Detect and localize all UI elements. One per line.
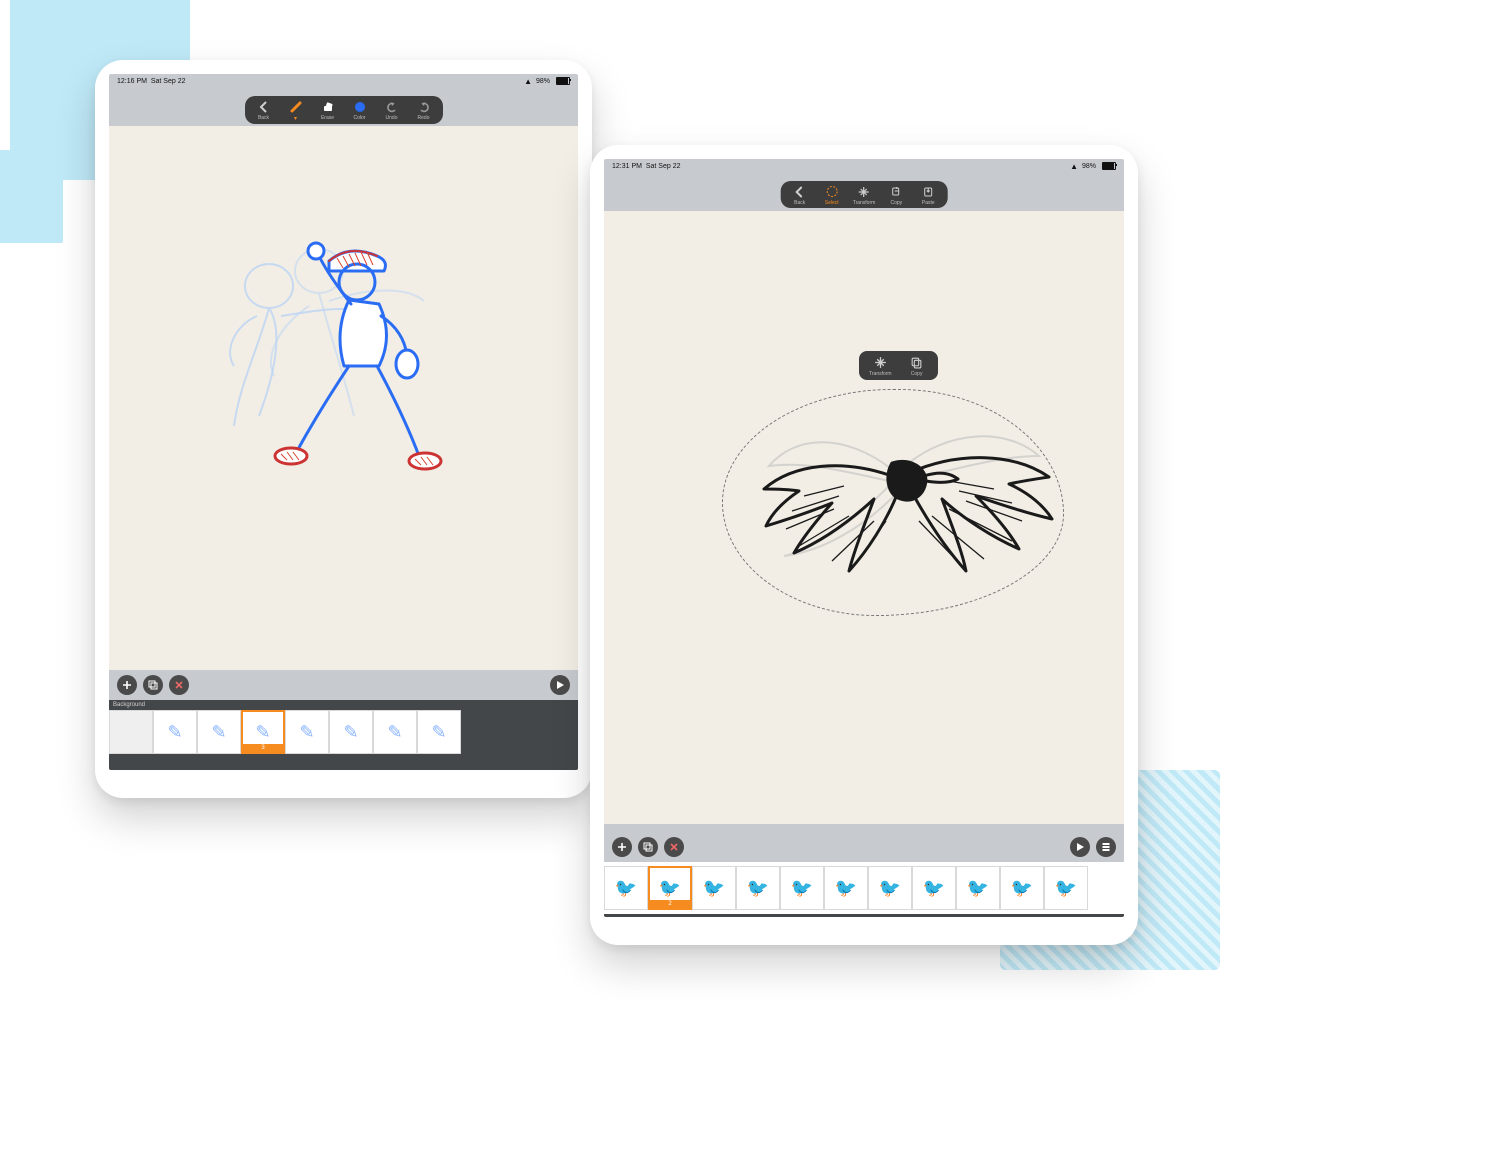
select-icon: [825, 185, 838, 198]
undo-button[interactable]: Undo: [381, 100, 403, 121]
canvas[interactable]: [109, 126, 578, 670]
brush-dropdown-icon: ▾: [294, 115, 297, 122]
redo-icon: [418, 100, 430, 113]
timeline-frame[interactable]: ✎: [373, 710, 417, 754]
back-button[interactable]: Back: [253, 100, 275, 121]
settings-button[interactable]: [1096, 837, 1116, 857]
paste-icon: [922, 185, 934, 198]
timeline-frame[interactable]: ✎: [197, 710, 241, 754]
timeline: Background ✎ ✎ ✎3 ✎ ✎ ✎ ✎: [109, 700, 578, 770]
canvas[interactable]: Transform Copy: [604, 211, 1124, 824]
timeline-frame[interactable]: 🐦: [780, 866, 824, 910]
status-right: ▲ 98%: [524, 77, 570, 86]
tablet-left: 12:16 PM Sat Sep 22 ▲ 98% Back ▾: [95, 60, 592, 798]
context-menu: Transform Copy: [859, 351, 938, 380]
battery-icon: [1102, 162, 1116, 170]
undo-icon: [386, 100, 398, 113]
top-toolbar: Back Select Transform Copy Paste: [781, 181, 948, 208]
play-button[interactable]: [550, 675, 570, 695]
tablet-right: 12:31 PM Sat Sep 22 ▲ 98% Back Select: [590, 145, 1138, 945]
timeline-frame[interactable]: 🐦: [604, 866, 648, 910]
timeline-frame[interactable]: 🐦: [956, 866, 1000, 910]
battery-percent: 98%: [536, 78, 550, 85]
brush-tool[interactable]: ▾: [285, 100, 307, 122]
ctx-copy[interactable]: Copy: [906, 356, 928, 377]
timeline-label: Background: [109, 700, 578, 710]
copy-icon: [890, 185, 902, 198]
copy-icon: [910, 356, 923, 369]
frame-controls: [604, 832, 1124, 862]
wifi-icon: ▲: [1070, 162, 1078, 171]
back-button[interactable]: Back: [789, 185, 811, 206]
copy-button[interactable]: Copy: [885, 185, 907, 206]
duplicate-frame-button[interactable]: [143, 675, 163, 695]
timeline: 🐦 🐦2 🐦 🐦 🐦 🐦 🐦 🐦 🐦 🐦 🐦: [604, 862, 1124, 917]
eraser-icon: [322, 100, 334, 113]
timeline-frame[interactable]: ✎: [329, 710, 373, 754]
chevron-left-icon: [795, 185, 805, 198]
timeline-background-frame[interactable]: [109, 710, 153, 754]
add-frame-button[interactable]: [612, 837, 632, 857]
status-bar: 12:31 PM Sat Sep 22 ▲ 98%: [604, 159, 1124, 173]
brush-icon: [290, 100, 302, 113]
screen-right: 12:31 PM Sat Sep 22 ▲ 98% Back Select: [604, 159, 1124, 917]
timeline-frame[interactable]: 🐦: [868, 866, 912, 910]
delete-frame-button[interactable]: [664, 837, 684, 857]
duplicate-frame-button[interactable]: [638, 837, 658, 857]
top-toolbar: Back ▾ Erase Color Undo: [245, 96, 443, 124]
timeline-frame-selected[interactable]: 🐦2: [648, 866, 692, 910]
timeline-frame[interactable]: 🐦: [692, 866, 736, 910]
status-time: 12:31 PM Sat Sep 22: [612, 163, 681, 170]
stage: 12:16 PM Sat Sep 22 ▲ 98% Back ▾: [0, 0, 1250, 1000]
erase-tool[interactable]: Erase: [317, 100, 339, 121]
paste-button[interactable]: Paste: [917, 185, 939, 206]
timeline-frames: 🐦 🐦2 🐦 🐦 🐦 🐦 🐦 🐦 🐦 🐦 🐦: [604, 862, 1124, 914]
timeline-frame[interactable]: ✎: [285, 710, 329, 754]
timeline-frame[interactable]: 🐦: [1000, 866, 1044, 910]
status-bar: 12:16 PM Sat Sep 22 ▲ 98%: [109, 74, 578, 88]
wifi-icon: ▲: [524, 77, 532, 86]
transform-icon: [874, 356, 887, 369]
delete-frame-button[interactable]: [169, 675, 189, 695]
pitcher-drawing: [179, 216, 479, 521]
ctx-transform[interactable]: Transform: [869, 356, 892, 377]
bird-drawing: [714, 381, 1074, 626]
add-frame-button[interactable]: [117, 675, 137, 695]
battery-percent: 98%: [1082, 163, 1096, 170]
transform-icon: [858, 185, 870, 198]
timeline-frames: ✎ ✎ ✎3 ✎ ✎ ✎ ✎: [109, 710, 578, 754]
timeline-frame[interactable]: 🐦: [1044, 866, 1088, 910]
screen-left: 12:16 PM Sat Sep 22 ▲ 98% Back ▾: [109, 74, 578, 770]
status-right: ▲ 98%: [1070, 162, 1116, 171]
color-icon: [354, 100, 366, 113]
chevron-left-icon: [259, 100, 269, 113]
frame-controls: [109, 670, 578, 700]
timeline-frame[interactable]: 🐦: [824, 866, 868, 910]
timeline-frame[interactable]: 🐦: [912, 866, 956, 910]
transform-tool[interactable]: Transform: [853, 185, 876, 206]
decor-square-mid-left: [0, 150, 63, 243]
timeline-frame[interactable]: ✎: [417, 710, 461, 754]
select-tool[interactable]: Select: [821, 185, 843, 206]
status-time: 12:16 PM Sat Sep 22: [117, 78, 186, 85]
timeline-frame[interactable]: 🐦: [736, 866, 780, 910]
redo-button[interactable]: Redo: [413, 100, 435, 121]
timeline-frame[interactable]: ✎: [153, 710, 197, 754]
timeline-frame-selected[interactable]: ✎3: [241, 710, 285, 754]
color-tool[interactable]: Color: [349, 100, 371, 121]
battery-icon: [556, 77, 570, 85]
play-button[interactable]: [1070, 837, 1090, 857]
